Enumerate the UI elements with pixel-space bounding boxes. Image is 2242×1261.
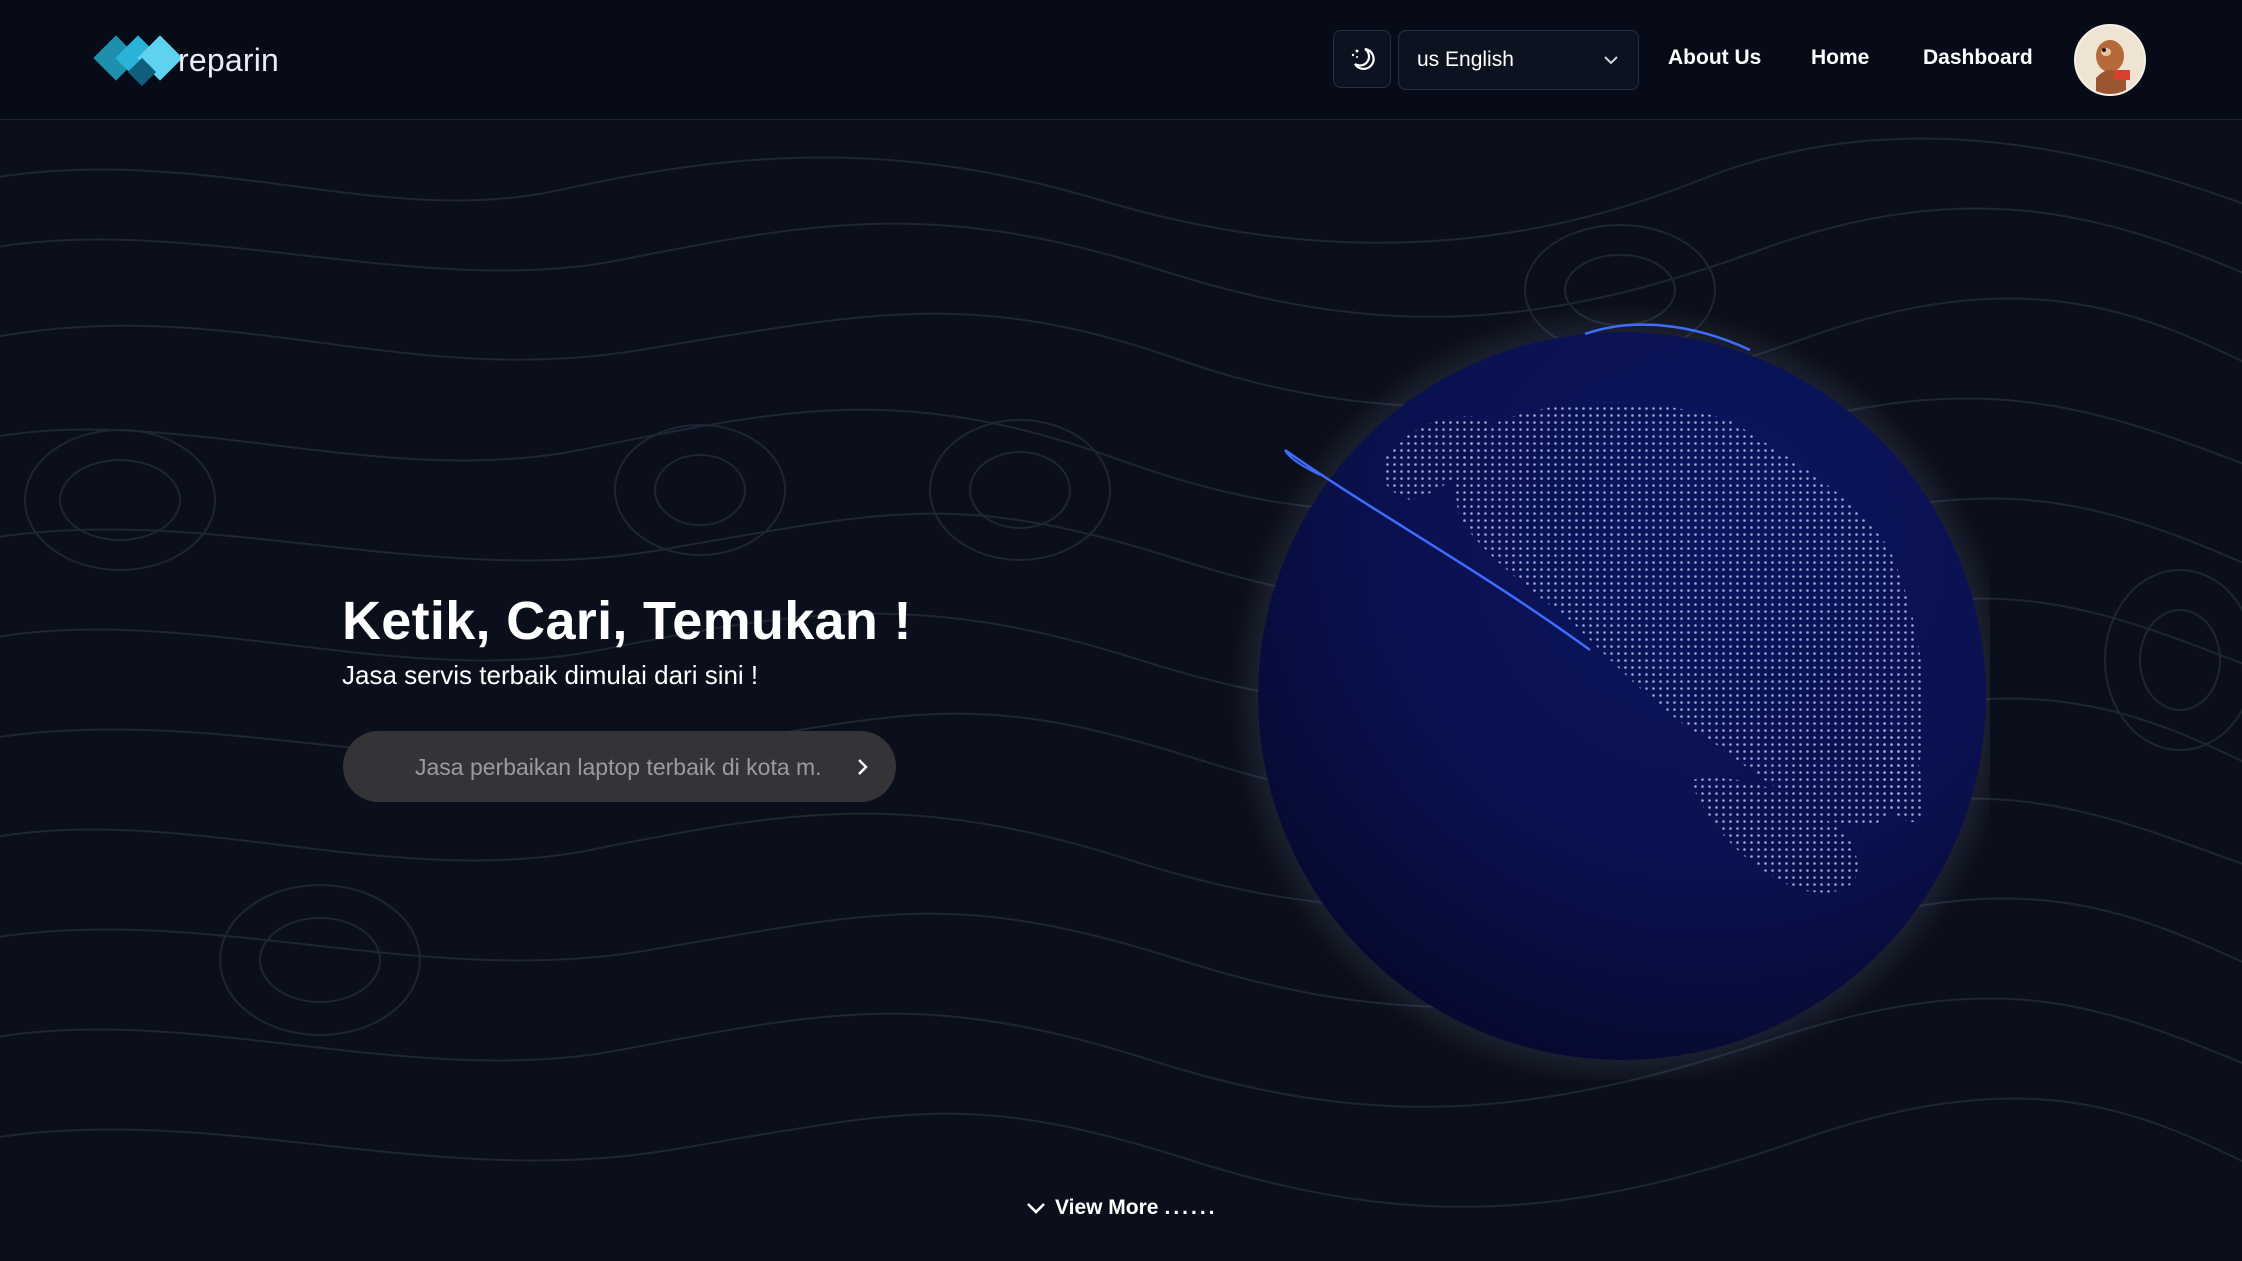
nav-about-us-link[interactable]: About Us	[1668, 46, 1761, 70]
language-select[interactable]: us English	[1398, 30, 1639, 90]
hero-subtitle: Jasa servis terbaik dimulai dari sini !	[342, 660, 759, 690]
user-avatar[interactable]	[2074, 24, 2146, 96]
view-more-label: View More	[1055, 1196, 1159, 1219]
top-navbar: reparin us English About Us Home Dashboa…	[0, 0, 2242, 120]
chevron-right-icon[interactable]	[852, 756, 874, 778]
moon-sun-icon	[1351, 47, 1375, 70]
chevron-down-icon	[1027, 1203, 1045, 1214]
view-more-link[interactable]: View More ......	[1025, 1196, 1218, 1220]
brand-name: reparin	[178, 41, 280, 78]
search-input[interactable]	[413, 731, 837, 804]
language-selected-label: us English	[1417, 48, 1514, 71]
nav-dashboard-link[interactable]: Dashboard	[1923, 46, 2033, 70]
logo-diamonds-icon	[93, 35, 183, 87]
search-bar	[343, 731, 896, 804]
avatar-image	[2076, 26, 2144, 94]
chevron-down-icon	[1604, 56, 1618, 65]
globe-illustration	[1230, 304, 1990, 1080]
theme-toggle-button[interactable]	[1333, 30, 1391, 88]
view-more-dots: ......	[1164, 1196, 1218, 1219]
nav-home-link[interactable]: Home	[1811, 46, 1869, 70]
hero-title: Ketik, Cari, Temukan !	[342, 591, 912, 651]
brand-logo[interactable]: reparin	[92, 28, 279, 92]
